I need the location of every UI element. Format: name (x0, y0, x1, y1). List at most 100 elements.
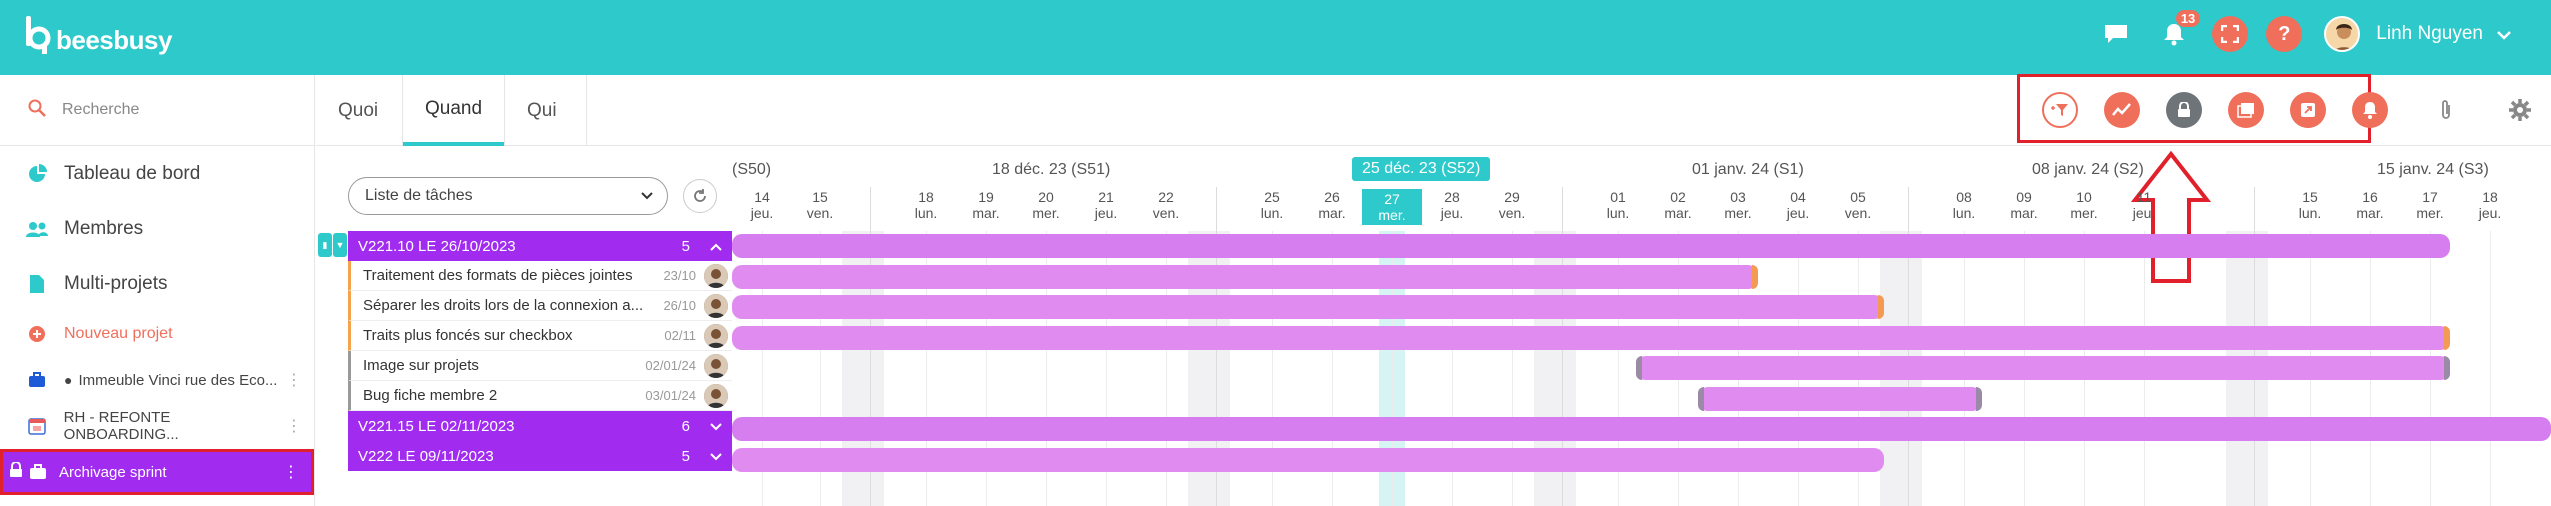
users-icon (26, 221, 48, 237)
task-row[interactable]: Traits plus foncés sur checkbox 02/11 (348, 321, 732, 351)
lock-icon (9, 461, 23, 482)
group-timeline-bar[interactable] (732, 417, 2551, 441)
notification-count-badge: 13 (2175, 10, 2201, 27)
bell-icon[interactable] (2352, 92, 2388, 128)
task-row[interactable]: Bug fiche membre 2 03/01/24 (348, 381, 732, 411)
sidebar-item-new-project[interactable]: Nouveau projet (0, 311, 314, 357)
tab-label: Quand (425, 97, 483, 119)
help-icon[interactable]: ? (2266, 16, 2303, 52)
chevron-down-icon[interactable] (2497, 24, 2511, 45)
tab-label: Qui (527, 99, 557, 121)
group-label: V221.15 LE 02/11/2023 (358, 417, 515, 435)
assignee-avatar[interactable] (704, 383, 728, 408)
group-timeline-bar[interactable] (732, 447, 1884, 472)
chevron-down-icon[interactable] (710, 448, 722, 465)
task-label: Image sur projets (363, 357, 479, 374)
sidebar-item-label: Immeuble Vinci rue des Eco... (78, 371, 278, 389)
filter-icon[interactable] (2042, 92, 2078, 128)
day-label: 15 ven. (806, 189, 834, 221)
more-options-icon[interactable]: ⋮ (286, 370, 302, 390)
assignee-avatar[interactable] (704, 293, 728, 318)
task-due-date: 02/11 (664, 328, 696, 343)
plus-icon (26, 325, 48, 343)
task-timeline-bar[interactable] (732, 264, 1758, 289)
sidebar-item-dashboard[interactable]: Tableau de bord (0, 146, 314, 201)
sidebar-item-project-rh[interactable]: RH - REFONTE ONBOARDING... ⋮ (0, 403, 314, 449)
refresh-icon (694, 189, 706, 202)
chevron-down-icon[interactable]: ▼ (333, 233, 347, 257)
assignee-avatar[interactable] (704, 353, 728, 378)
assignee-avatar[interactable] (704, 323, 728, 348)
app-logo[interactable]: beesbusy (24, 14, 172, 58)
search-input[interactable]: Recherche (62, 101, 139, 119)
pie-chart-icon (26, 163, 48, 184)
day-gridline (2490, 231, 2491, 506)
sidebar-item-archivage-sprint[interactable]: Archivage sprint ⋮ (0, 449, 314, 495)
chevron-up-icon[interactable] (710, 238, 722, 255)
export-icon[interactable] (2290, 92, 2326, 128)
tab-quoi[interactable]: Quoi (316, 75, 400, 146)
day-label: 28 jeu. (1440, 189, 1464, 221)
task-timeline-bar[interactable] (732, 325, 2450, 350)
chat-icon[interactable] (2096, 14, 2136, 54)
week-label: 15 janv. 24 (S3) (2377, 161, 2489, 178)
gear-icon[interactable] (2502, 92, 2538, 128)
group-timeline-bar[interactable] (732, 234, 2450, 258)
day-label: 18 jeu. (2478, 189, 2502, 221)
task-timeline-bar[interactable] (1636, 356, 2450, 380)
task-timeline-bar[interactable] (1698, 386, 1982, 411)
sidebar-item-project-vinci[interactable]: ● Immeuble Vinci rue des Eco... ⋮ (0, 357, 314, 403)
day-label: 03 mer. (1724, 189, 1752, 221)
sidebar-item-label: Membres (64, 217, 144, 239)
day-label: 08 lun. (1952, 189, 1976, 221)
gallery-icon[interactable] (2228, 92, 2264, 128)
task-timeline-bar[interactable] (732, 295, 1884, 319)
lock-icon[interactable] (2166, 92, 2202, 128)
task-due-date: 03/01/24 (645, 388, 696, 403)
day-label: 22 ven. (1152, 189, 1180, 221)
task-due-date: 02/01/24 (645, 358, 696, 373)
tab-label: Quoi (338, 99, 379, 121)
day-label: 17 mer. (2416, 189, 2444, 221)
bookmark-icon[interactable]: ▮ (318, 233, 332, 257)
task-label: Bug fiche membre 2 (363, 387, 498, 404)
task-row[interactable]: Séparer les droits lors de la connexion … (348, 291, 732, 321)
fullscreen-icon[interactable] (2212, 16, 2249, 52)
tab-quand[interactable]: Quand (403, 75, 505, 146)
more-options-icon[interactable]: ⋮ (283, 462, 299, 482)
sidebar-item-members[interactable]: Membres (0, 201, 314, 256)
sidebar-item-label: Archivage sprint (59, 463, 167, 481)
task-group-row[interactable]: V221.10 LE 26/10/2023 5 (348, 231, 732, 261)
chevron-down-icon[interactable] (710, 418, 722, 435)
group-label: V221.10 LE 26/10/2023 (358, 237, 516, 255)
day-label: 26 mar. (1318, 189, 1346, 221)
sidebar-item-multi-projects[interactable]: Multi-projets (0, 256, 314, 311)
more-options-icon[interactable]: ⋮ (286, 416, 302, 436)
day-label: 16 mar. (2356, 189, 2384, 221)
week-label: 01 janv. 24 (S1) (1692, 161, 1804, 178)
group-label: V222 LE 09/11/2023 (358, 447, 494, 465)
document-icon (26, 274, 48, 294)
day-label: 05 ven. (1844, 189, 1872, 221)
assignee-avatar[interactable] (704, 263, 728, 288)
task-group-row[interactable]: V221.15 LE 02/11/2023 6 (348, 411, 732, 441)
chart-icon[interactable] (2104, 92, 2140, 128)
notifications-bell-icon[interactable]: 13 (2154, 10, 2201, 54)
user-name[interactable]: Linh Nguyen (2376, 23, 2483, 45)
task-row[interactable]: Image sur projets 02/01/24 (348, 351, 732, 381)
tab-qui[interactable]: Qui (505, 75, 579, 146)
day-label: 20 mer. (1032, 189, 1060, 221)
group-count: 5 (681, 447, 690, 465)
sidebar-item-label: Tableau de bord (64, 162, 201, 184)
task-group-row[interactable]: V222 LE 09/11/2023 5 (348, 441, 732, 471)
user-avatar[interactable] (2324, 16, 2361, 52)
refresh-button[interactable] (683, 179, 717, 213)
day-label: 09 mar. (2010, 189, 2038, 221)
task-row[interactable]: Traitement des formats de pièces jointes… (348, 261, 732, 291)
view-select[interactable]: Liste de tâches (348, 177, 668, 215)
sidebar-item-label: Multi-projets (64, 272, 168, 294)
week-label: (S50) (732, 161, 772, 178)
task-due-date: 23/10 (663, 268, 696, 283)
search-box[interactable]: Recherche (0, 75, 314, 146)
paperclip-icon[interactable] (2428, 92, 2464, 128)
